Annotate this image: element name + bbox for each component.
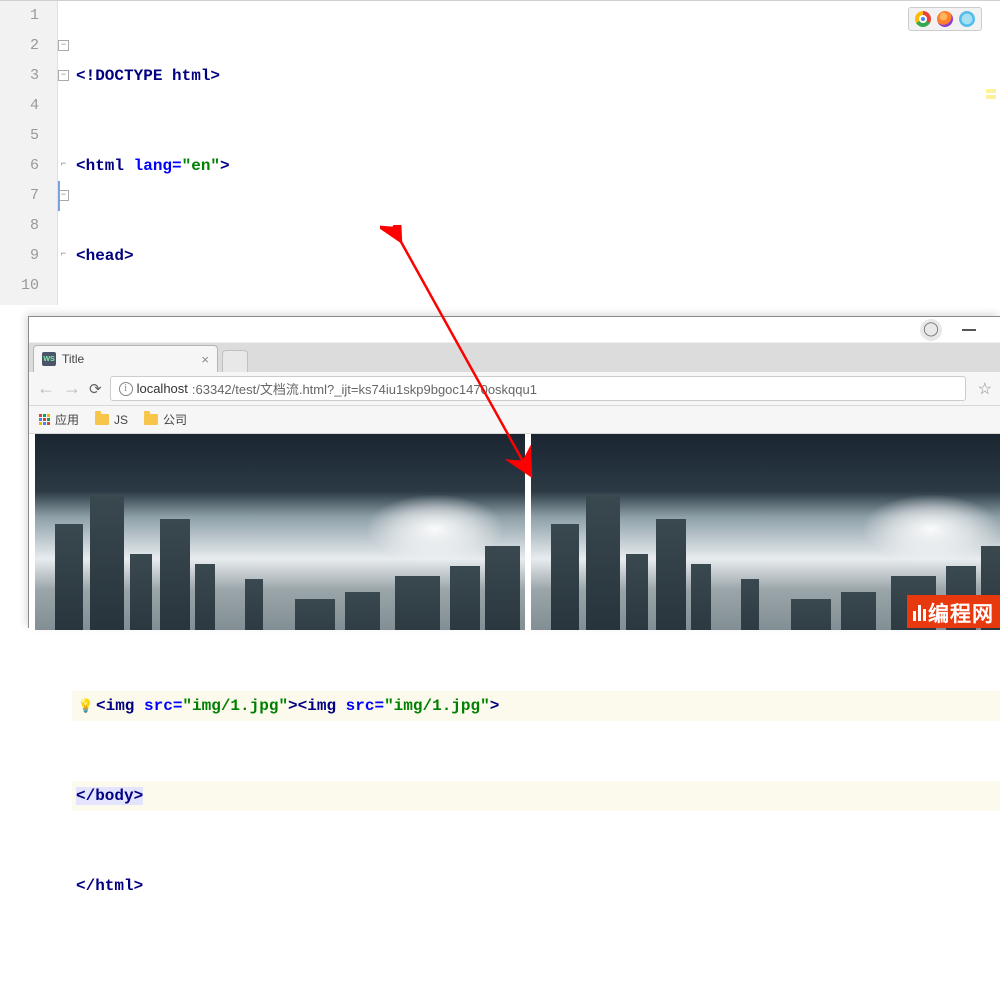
window-minimize-icon[interactable] [962, 329, 976, 331]
site-info-icon[interactable]: i [119, 382, 133, 396]
rendered-image [35, 434, 525, 630]
marker-icon[interactable] [986, 89, 996, 93]
line-number: 4 [0, 91, 39, 121]
line-number: 10 [0, 271, 39, 301]
watermark-bars-icon [913, 605, 926, 621]
caret-indicator [58, 181, 60, 211]
favicon-icon: WS [42, 352, 56, 366]
marker-bar[interactable] [986, 1, 996, 305]
line-number: 9 [0, 241, 39, 271]
bookmark-star-icon[interactable]: ☆ [978, 379, 992, 399]
url-path: :63342/test/文档流.html?_ijt=ks74iu1skp9bgo… [192, 379, 537, 398]
code-line: <html lang="en"> [72, 151, 1000, 181]
intention-bulb-icon[interactable]: 💡 [76, 692, 96, 722]
bookmarks-bar: 应用 JS 公司 [29, 406, 1000, 434]
url-host: localhost [137, 381, 188, 396]
bookmark-folder[interactable]: 公司 [144, 411, 187, 428]
bookmark-folder[interactable]: JS [95, 413, 128, 427]
firefox-icon[interactable] [937, 11, 953, 27]
bookmark-label: JS [114, 413, 128, 427]
line-number: 7 [0, 181, 39, 211]
tab-strip: WS Title × [29, 343, 1000, 372]
fold-column: − − ⌐ − ⌐ [58, 1, 72, 305]
line-number: 2 [0, 31, 39, 61]
browser-tab[interactable]: WS Title × [33, 345, 218, 372]
code-editor[interactable]: 1 2 3 4 5 6 7 8 9 10 − − ⌐ − ⌐ <!DOCTYPE… [0, 0, 1000, 305]
fold-end-icon: ⌐ [58, 160, 69, 171]
code-line: </html> [72, 871, 1000, 901]
fold-toggle-icon[interactable]: − [58, 70, 69, 81]
line-number: 5 [0, 121, 39, 151]
line-number: 3 [0, 61, 39, 91]
apps-shortcut[interactable]: 应用 [39, 411, 79, 428]
nav-forward-icon[interactable]: → [63, 378, 81, 399]
address-bar-row: ← → ⟳ i localhost :63342/test/文档流.html?_i… [29, 372, 1000, 406]
line-number: 1 [0, 1, 39, 31]
code-line: </body> [72, 781, 1000, 811]
safari-icon[interactable] [959, 11, 975, 27]
marker-icon[interactable] [986, 95, 996, 99]
apps-grid-icon [39, 414, 50, 425]
code-line: 💡<img src="img/1.jpg"><img src="img/1.jp… [72, 691, 1000, 721]
reload-icon[interactable]: ⟳ [89, 380, 102, 398]
line-number: 8 [0, 211, 39, 241]
code-area[interactable]: <!DOCTYPE html> <html lang="en"> <head> … [72, 1, 1000, 305]
chrome-icon[interactable] [915, 11, 931, 27]
line-number: 6 [0, 151, 39, 181]
page-content [29, 434, 1000, 630]
window-titlebar: ◯ [29, 317, 1000, 343]
folder-icon [144, 414, 158, 425]
browser-preview: ◯ WS Title × ← → ⟳ i localhost :63342/tes… [28, 316, 1000, 628]
code-line: <head> [72, 241, 1000, 271]
tab-close-icon[interactable]: × [201, 352, 209, 367]
apps-label: 应用 [55, 411, 79, 428]
fold-end-icon: ⌐ [58, 250, 69, 261]
fold-toggle-icon[interactable]: − [58, 40, 69, 51]
address-bar[interactable]: i localhost :63342/test/文档流.html?_ijt=ks7… [110, 376, 966, 401]
open-in-browser-toolbar [908, 7, 982, 31]
new-tab-button[interactable] [222, 350, 248, 372]
tab-title: Title [62, 352, 195, 366]
profile-avatar-icon[interactable]: ◯ [920, 319, 942, 341]
nav-back-icon[interactable]: ← [37, 378, 55, 399]
folder-icon [95, 414, 109, 425]
line-gutter: 1 2 3 4 5 6 7 8 9 10 [0, 1, 58, 305]
bookmark-label: 公司 [163, 411, 187, 428]
watermark-text: 编程网 [928, 598, 994, 628]
code-line: <!DOCTYPE html> [72, 61, 1000, 91]
watermark-logo: 编程网 [907, 595, 1000, 628]
